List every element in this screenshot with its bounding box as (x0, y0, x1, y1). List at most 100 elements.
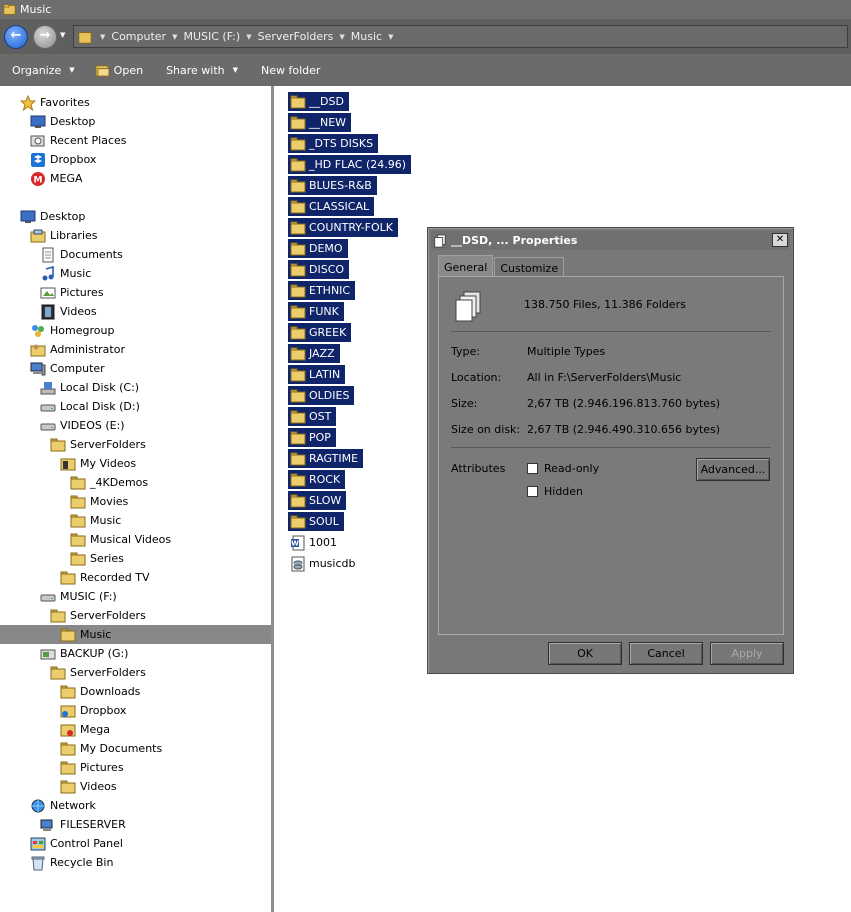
location-label: Location: (451, 371, 502, 384)
nav-item-control-panel[interactable]: Control Panel (30, 834, 123, 853)
nav-item-libraries[interactable]: Libraries (30, 226, 98, 245)
nav-item-music[interactable]: Music (70, 511, 121, 530)
nav-item-music[interactable]: Music (0, 625, 271, 644)
folder-item[interactable]: OLDIES (288, 386, 355, 405)
nav-item-favorites[interactable]: Favorites (19, 93, 90, 112)
folder-item[interactable]: JAZZ (288, 344, 340, 363)
breadcrumb-computer[interactable]: Computer (111, 30, 166, 43)
folder-item[interactable]: LATIN (288, 365, 346, 384)
chevron-down-icon[interactable]: ▼ (172, 33, 177, 41)
nav-item-4kdemos[interactable]: _4KDemos (70, 473, 148, 492)
new-folder-button[interactable]: New folder (249, 54, 331, 86)
nav-item-network[interactable]: Network (30, 796, 96, 815)
forward-button[interactable]: → (33, 25, 57, 49)
nav-item-label: Videos (80, 780, 117, 793)
nav-item-desktop[interactable]: Desktop (20, 207, 85, 226)
chevron-down-icon[interactable]: ▼ (339, 33, 344, 41)
nav-item-downloads[interactable]: Downloads (60, 682, 140, 701)
nav-item-dropbox[interactable]: Dropbox (60, 701, 126, 720)
advanced-button[interactable]: Advanced... (696, 458, 770, 481)
nav-item-music-f[interactable]: MUSIC (F:) (40, 587, 117, 606)
share-with-button[interactable]: Share with ▼ (154, 54, 249, 86)
chevron-down-icon[interactable]: ▼ (388, 33, 393, 41)
organize-button[interactable]: Organize ▼ (0, 54, 86, 86)
nav-item-videos-e[interactable]: VIDEOS (E:) (40, 416, 125, 435)
file-item[interactable]: musicdb (288, 554, 356, 573)
breadcrumb-music-drive[interactable]: MUSIC (F:) (183, 30, 240, 43)
nav-item-mega[interactable]: Mega (60, 720, 110, 739)
breadcrumb-serverfolders[interactable]: ServerFolders (258, 30, 334, 43)
tab-customize[interactable]: Customize (494, 257, 565, 278)
nav-item-recycle-bin[interactable]: Recycle Bin (30, 853, 113, 872)
folder-item[interactable]: __NEW (288, 113, 352, 132)
nav-item-recent-places[interactable]: Recent Places (30, 131, 127, 150)
recent-pages-dropdown-icon[interactable]: ▼ (60, 31, 65, 39)
recent-places-icon (30, 133, 46, 149)
folder-item[interactable]: RAGTIME (288, 449, 364, 468)
folder-item[interactable]: __DSD (288, 92, 349, 111)
chevron-down-icon[interactable]: ▼ (246, 33, 251, 41)
nav-item-serverfolders[interactable]: ServerFolders (50, 663, 146, 682)
nav-item-computer[interactable]: Computer (30, 359, 105, 378)
dialog-title-bar[interactable]: __DSD, ... Properties ✕ (431, 231, 790, 250)
folder-item[interactable]: ROCK (288, 470, 346, 489)
folder-item[interactable]: OST (288, 407, 337, 426)
folder-item[interactable]: CLASSICAL (288, 197, 375, 216)
nav-item-dropbox[interactable]: Dropbox (30, 150, 96, 169)
folder-item[interactable]: DEMO (288, 239, 348, 258)
folder-item[interactable]: FUNK (288, 302, 344, 321)
folder-item[interactable]: ETHNIC (288, 281, 356, 300)
nav-item-local-disk-c[interactable]: Local Disk (C:) (40, 378, 139, 397)
nav-item-backup-g[interactable]: BACKUP (G:) (40, 644, 128, 663)
file-item[interactable]: W 1001 (288, 533, 337, 552)
nav-item-fileserver[interactable]: FILESERVER (40, 815, 126, 834)
nav-item-series[interactable]: Series (70, 549, 124, 568)
nav-item-documents[interactable]: Documents (40, 245, 123, 264)
nav-item-homegroup[interactable]: Homegroup (30, 321, 114, 340)
open-button[interactable]: Open (86, 54, 154, 86)
nav-item-pictures[interactable]: Pictures (40, 283, 104, 302)
readonly-checkbox[interactable]: Read-only (527, 462, 599, 475)
folder-icon (78, 31, 92, 44)
folder-item[interactable]: BLUES-R&B (288, 176, 377, 195)
folder-item[interactable]: SLOW (288, 491, 347, 510)
address-bar[interactable]: ▼ Computer ▼ MUSIC (F:) ▼ ServerFolders … (73, 25, 848, 48)
cancel-button[interactable]: Cancel (629, 642, 703, 665)
nav-item-my-videos[interactable]: My Videos (60, 454, 136, 473)
tab-general[interactable]: General (438, 255, 494, 278)
folder-item[interactable]: GREEK (288, 323, 352, 342)
nav-item-serverfolders[interactable]: ServerFolders (50, 435, 146, 454)
folder-item[interactable]: DISCO (288, 260, 350, 279)
nav-item-videos[interactable]: Videos (60, 777, 117, 796)
window-title-bar[interactable]: Music (0, 0, 851, 19)
folder-item[interactable]: SOUL (288, 512, 344, 531)
nav-item-movies[interactable]: Movies (70, 492, 128, 511)
folder-item[interactable]: COUNTRY-FOLK (288, 218, 398, 237)
nav-item-my-documents[interactable]: My Documents (60, 739, 162, 758)
checkbox-box[interactable] (527, 463, 538, 474)
chevron-down-icon[interactable]: ▼ (100, 33, 105, 41)
nav-item-local-disk-d[interactable]: Local Disk (D:) (40, 397, 140, 416)
nav-item-desktop[interactable]: Desktop (30, 112, 95, 131)
nav-item-administrator[interactable]: Administrator (30, 340, 125, 359)
nav-item-music[interactable]: Music (40, 264, 91, 283)
folder-item[interactable]: _HD FLAC (24.96) (288, 155, 412, 174)
folder-icon (290, 115, 306, 131)
nav-item-serverfolders[interactable]: ServerFolders (50, 606, 146, 625)
folder-item[interactable]: _DTS DISKS (288, 134, 379, 153)
folder-item[interactable]: POP (288, 428, 336, 447)
nav-item-videos[interactable]: Videos (40, 302, 97, 321)
checkbox-box[interactable] (527, 486, 538, 497)
breadcrumb-music[interactable]: Music (351, 30, 382, 43)
mega-icon: M (30, 171, 46, 187)
apply-button[interactable]: Apply (710, 642, 784, 665)
nav-item-musical-videos[interactable]: Musical Videos (70, 530, 171, 549)
recycle-bin-icon (30, 855, 46, 871)
ok-button[interactable]: OK (548, 642, 622, 665)
nav-item-recorded-tv[interactable]: Recorded TV (60, 568, 150, 587)
back-button[interactable]: ← (4, 25, 28, 49)
nav-item-mega[interactable]: M MEGA (30, 169, 83, 188)
hidden-checkbox[interactable]: Hidden (527, 485, 583, 498)
close-button[interactable]: ✕ (772, 233, 788, 247)
nav-item-pictures[interactable]: Pictures (60, 758, 124, 777)
